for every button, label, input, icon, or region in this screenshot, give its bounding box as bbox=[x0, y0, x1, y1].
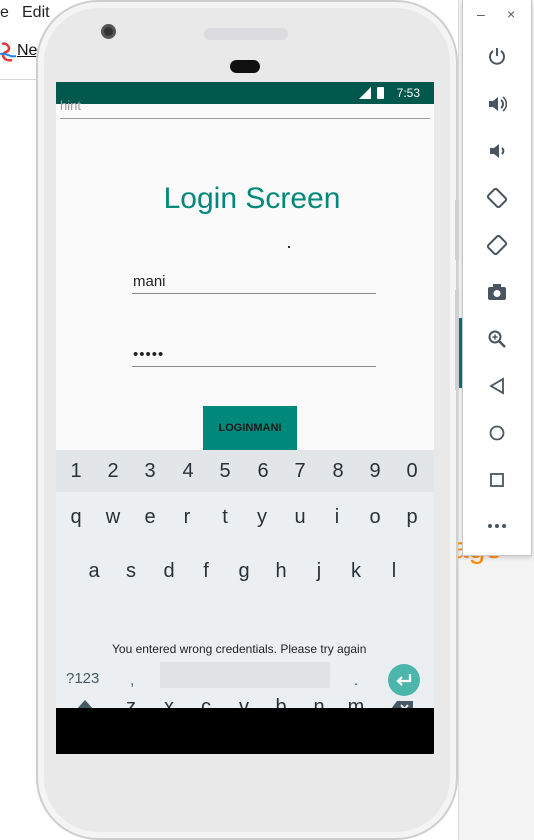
status-bar: 7:53 bbox=[56, 82, 434, 104]
key-u[interactable]: u bbox=[286, 506, 314, 529]
key-o[interactable]: o bbox=[361, 506, 389, 529]
rotate-left-icon[interactable] bbox=[483, 184, 511, 212]
status-time: 7:53 bbox=[396, 86, 420, 100]
username-input[interactable] bbox=[132, 270, 376, 294]
key-j[interactable]: j bbox=[305, 560, 333, 583]
password-input[interactable] bbox=[132, 342, 376, 367]
period-key[interactable]: . bbox=[354, 672, 358, 689]
key-q[interactable]: q bbox=[62, 506, 90, 529]
key-r[interactable]: r bbox=[173, 506, 201, 529]
minimize-button[interactable]: – bbox=[477, 6, 485, 22]
key-d[interactable]: d bbox=[155, 560, 183, 583]
phone-screen: 7:53 hint Login Screen LOGINMANI 1 2 3 4… bbox=[56, 82, 434, 754]
key-5[interactable]: 5 bbox=[211, 460, 239, 483]
key-p[interactable]: p bbox=[398, 506, 426, 529]
battery-icon bbox=[377, 87, 384, 99]
key-k[interactable]: k bbox=[342, 560, 370, 583]
key-7[interactable]: 7 bbox=[286, 460, 314, 483]
host-toolbar-new[interactable]: Ne bbox=[17, 42, 37, 60]
front-camera bbox=[101, 24, 116, 39]
phone-speaker-area bbox=[204, 28, 288, 40]
signal-icon bbox=[359, 87, 371, 99]
key-4[interactable]: 4 bbox=[174, 460, 202, 483]
overview-icon[interactable] bbox=[483, 466, 511, 494]
back-icon[interactable] bbox=[483, 372, 511, 400]
key-6[interactable]: 6 bbox=[249, 460, 277, 483]
host-menu-file-fragment[interactable]: e bbox=[0, 4, 9, 22]
key-g[interactable]: g bbox=[230, 560, 258, 583]
key-w[interactable]: w bbox=[99, 506, 127, 529]
rotate-right-icon[interactable] bbox=[483, 231, 511, 259]
key-9[interactable]: 9 bbox=[361, 460, 389, 483]
decorative-dot bbox=[288, 246, 290, 248]
hint-field-underline bbox=[60, 118, 430, 119]
phone-earpiece bbox=[230, 60, 260, 73]
new-file-icon[interactable] bbox=[0, 40, 18, 64]
login-button[interactable]: LOGINMANI bbox=[203, 406, 297, 450]
comma-key[interactable]: , bbox=[130, 672, 134, 689]
key-1[interactable]: 1 bbox=[62, 460, 90, 483]
zoom-icon[interactable] bbox=[483, 325, 511, 353]
symbols-key[interactable]: ?123 bbox=[66, 670, 99, 687]
key-s[interactable]: s bbox=[117, 560, 145, 583]
page-title: Login Screen bbox=[163, 182, 341, 215]
phone-side-button bbox=[455, 200, 459, 260]
camera-icon[interactable] bbox=[483, 278, 511, 306]
close-button[interactable]: × bbox=[507, 6, 515, 22]
phone-side-button bbox=[455, 290, 459, 390]
key-h[interactable]: h bbox=[267, 560, 295, 583]
key-t[interactable]: t bbox=[211, 506, 239, 529]
key-l[interactable]: l bbox=[380, 560, 408, 583]
navigation-bar bbox=[56, 708, 434, 754]
power-icon[interactable] bbox=[483, 42, 511, 70]
volume-up-icon[interactable] bbox=[483, 90, 511, 118]
space-bar[interactable] bbox=[160, 662, 330, 688]
enter-icon bbox=[396, 674, 412, 686]
key-3[interactable]: 3 bbox=[136, 460, 164, 483]
key-a[interactable]: a bbox=[80, 560, 108, 583]
key-2[interactable]: 2 bbox=[99, 460, 127, 483]
hint-text: hint bbox=[60, 98, 81, 113]
key-i[interactable]: i bbox=[323, 506, 351, 529]
emulator-side-panel: – × bbox=[462, 0, 532, 556]
more-icon[interactable] bbox=[483, 512, 511, 540]
home-icon[interactable] bbox=[483, 419, 511, 447]
key-f[interactable]: f bbox=[192, 560, 220, 583]
enter-key[interactable] bbox=[388, 664, 420, 696]
key-e[interactable]: e bbox=[136, 506, 164, 529]
key-y[interactable]: y bbox=[248, 506, 276, 529]
key-8[interactable]: 8 bbox=[324, 460, 352, 483]
volume-down-icon[interactable] bbox=[483, 137, 511, 165]
host-menu-edit[interactable]: Edit bbox=[22, 4, 50, 22]
key-0[interactable]: 0 bbox=[398, 460, 426, 483]
